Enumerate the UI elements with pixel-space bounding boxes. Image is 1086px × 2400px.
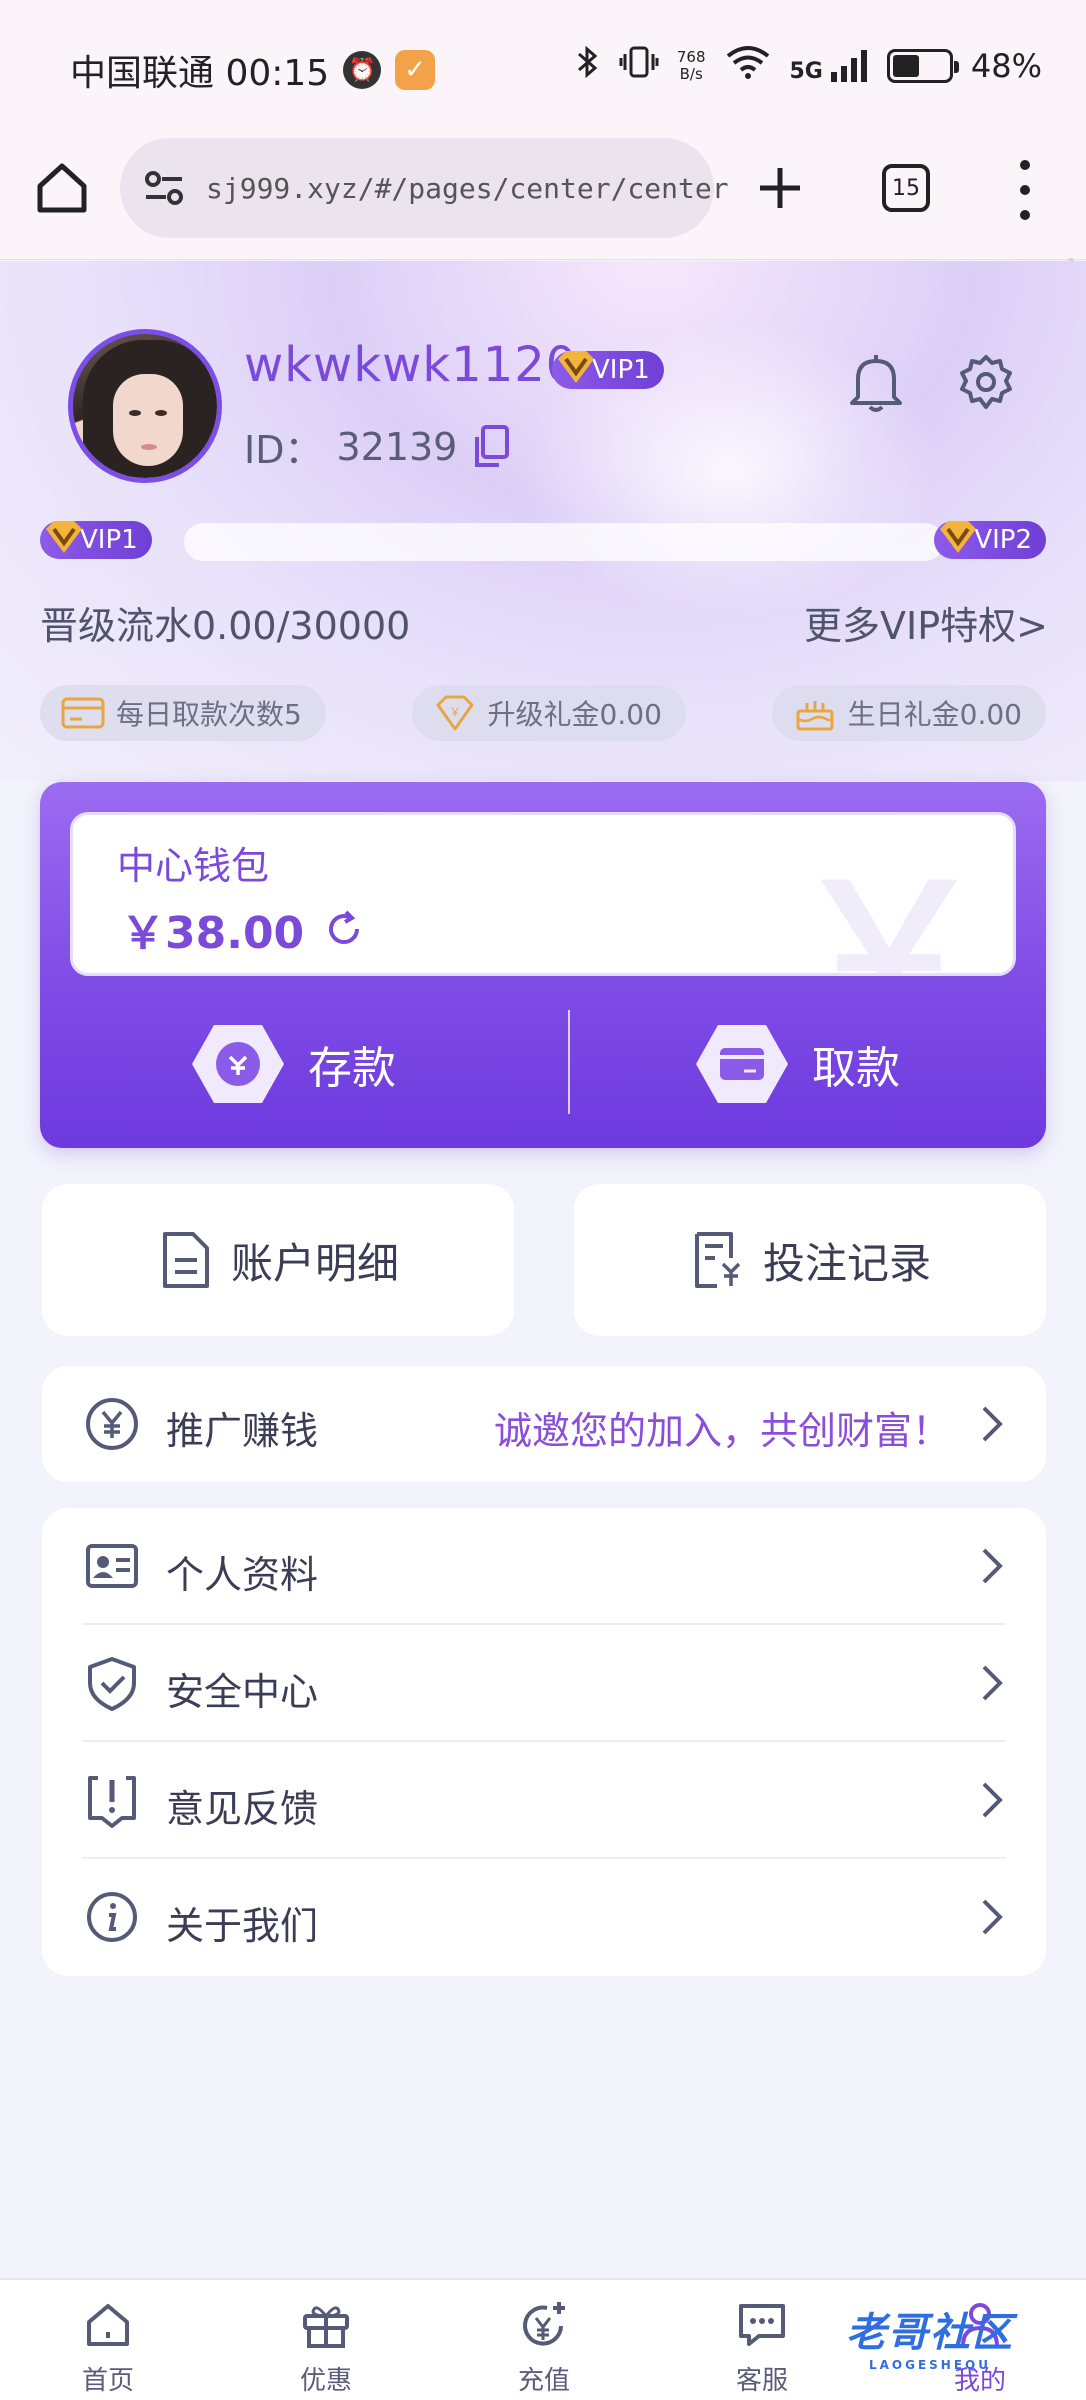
home-icon (87, 2304, 129, 2346)
bet-record-button[interactable]: 投注记录 (574, 1184, 1046, 1336)
profile-card-icon (86, 1544, 138, 1588)
more-menu-icon[interactable] (1010, 160, 1040, 220)
user-id: ID： 32139 (244, 419, 511, 474)
chevron-right-icon (982, 1665, 1003, 1701)
battery-percent: 48% (970, 47, 1042, 85)
deposit-icon (192, 1025, 284, 1103)
alarm-icon: ⏰ (343, 51, 382, 89)
chevron-right-icon (982, 1899, 1003, 1935)
nav-customer-service[interactable]: 客服 (692, 2298, 832, 2397)
more-vip-privileges-link[interactable]: 更多VIP特权> (804, 595, 1048, 650)
settings-menu: 个人资料 安全中心 意见反馈 关于我们 (42, 1508, 1046, 1976)
site-settings-icon[interactable] (140, 164, 188, 212)
site-watermark-logo: 老哥社区 LAOGESHEQU (846, 2310, 1014, 2372)
user-id-value: 32139 (336, 424, 458, 469)
bet-record-icon (694, 1232, 741, 1288)
tab-count: 15 (892, 175, 920, 201)
deposit-button[interactable]: 存款 (190, 1014, 396, 1114)
account-detail-button[interactable]: 账户明细 (42, 1184, 514, 1336)
address-bar[interactable]: sj999.xyz/#/pages/center/center (120, 138, 729, 238)
vip-progress-bar (184, 523, 944, 561)
vibrate-icon (619, 44, 659, 88)
withdraw-button[interactable]: 取款 (694, 1014, 900, 1114)
birthday-cake-icon (796, 701, 834, 731)
app-notification-icon: ✓ (395, 50, 436, 90)
document-icon (162, 1232, 209, 1288)
wallet-balance-panel: ￥ 中心钱包 ￥38.00 (70, 812, 1016, 976)
chevron-right-icon (982, 1548, 1003, 1584)
menu-item-profile[interactable]: 个人资料 (42, 1508, 1046, 1625)
profile-header: wkwkwk1120 VIP1 ID： 32139 VIP1 VIP2 晋级流水… (0, 261, 1086, 781)
signal-icon: 5G (790, 48, 869, 84)
next-vip-badge: VIP2 (934, 521, 1046, 559)
nav-recharge[interactable]: 充值 (474, 2298, 614, 2397)
perk-birthday-bonus: 生日礼金0.00 (771, 685, 1046, 741)
promotion-slogan: 诚邀您的加入，共创财富！ (493, 1409, 950, 1453)
chevron-right-icon (982, 1406, 1003, 1442)
info-icon (87, 1892, 137, 1942)
wifi-icon (724, 44, 772, 88)
svg-text:￥: ￥ (449, 705, 461, 719)
card-icon (61, 697, 105, 729)
promotion-row[interactable]: 推广赚钱 诚邀您的加入，共创财富！ (42, 1366, 1046, 1482)
withdraw-card-icon (696, 1025, 788, 1103)
nav-home[interactable]: 首页 (38, 2298, 178, 2397)
tab-switcher-button[interactable]: 15 (882, 164, 930, 212)
status-bar: 中国联通 00:15 ⏰ ✓ 768 B/s 5G 48% (0, 0, 1086, 130)
yen-watermark: ￥ (788, 842, 989, 976)
user-vip-badge: VIP1 (552, 351, 664, 389)
gift-diamond-icon: ￥ (436, 695, 474, 731)
gift-icon (303, 2306, 349, 2348)
perk-upgrade-bonus: ￥ 升级礼金0.00 (411, 685, 686, 741)
chevron-right-icon (982, 1782, 1003, 1818)
upgrade-turnover: 晋级流水0.00/30000 (40, 604, 411, 648)
network-speed: 768 B/s (676, 48, 706, 83)
perk-daily-withdrawals: 每日取款次数5 (40, 685, 326, 741)
current-vip-badge: VIP1 (40, 521, 152, 559)
wallet-card: ￥ 中心钱包 ￥38.00 存款 取款 (40, 782, 1046, 1148)
copy-icon[interactable] (471, 424, 511, 469)
menu-item-feedback[interactable]: 意见反馈 (42, 1742, 1046, 1859)
chat-icon (739, 2304, 785, 2346)
carrier-time: 中国联通 00:15 (70, 53, 330, 94)
home-icon[interactable] (32, 158, 92, 218)
avatar[interactable] (68, 329, 222, 483)
vip-gem-icon (558, 351, 594, 383)
bell-icon[interactable] (846, 351, 906, 415)
wallet-title: 中心钱包 (117, 844, 270, 888)
battery-icon (886, 49, 959, 83)
vip-progress: VIP1 VIP2 (40, 519, 1046, 561)
vip-perks: 每日取款次数5 ￥ 升级礼金0.00 生日礼金0.00 (40, 685, 1046, 741)
feedback-icon (88, 1776, 136, 1828)
yen-coin-icon (86, 1398, 138, 1450)
recharge-icon (523, 2302, 565, 2346)
vip-gem-icon (46, 521, 82, 553)
nav-promotions[interactable]: 优惠 (256, 2298, 396, 2397)
url-text[interactable]: sj999.xyz/#/pages/center/center (206, 172, 729, 205)
bluetooth-icon (575, 44, 601, 88)
gear-icon[interactable] (956, 353, 1016, 413)
menu-item-about[interactable]: 关于我们 (42, 1859, 1046, 1976)
vip-gem-icon (940, 521, 977, 553)
promotion-label: 推广赚钱 (166, 1409, 319, 1453)
browser-toolbar: sj999.xyz/#/pages/center/center 15 (0, 130, 1086, 368)
refresh-icon[interactable] (324, 909, 364, 949)
new-tab-icon[interactable] (752, 160, 808, 216)
shield-icon (88, 1657, 136, 1711)
menu-item-security[interactable]: 安全中心 (42, 1625, 1046, 1742)
username: wkwkwk1120 (244, 337, 578, 393)
wallet-balance: ￥38.00 (121, 897, 364, 961)
